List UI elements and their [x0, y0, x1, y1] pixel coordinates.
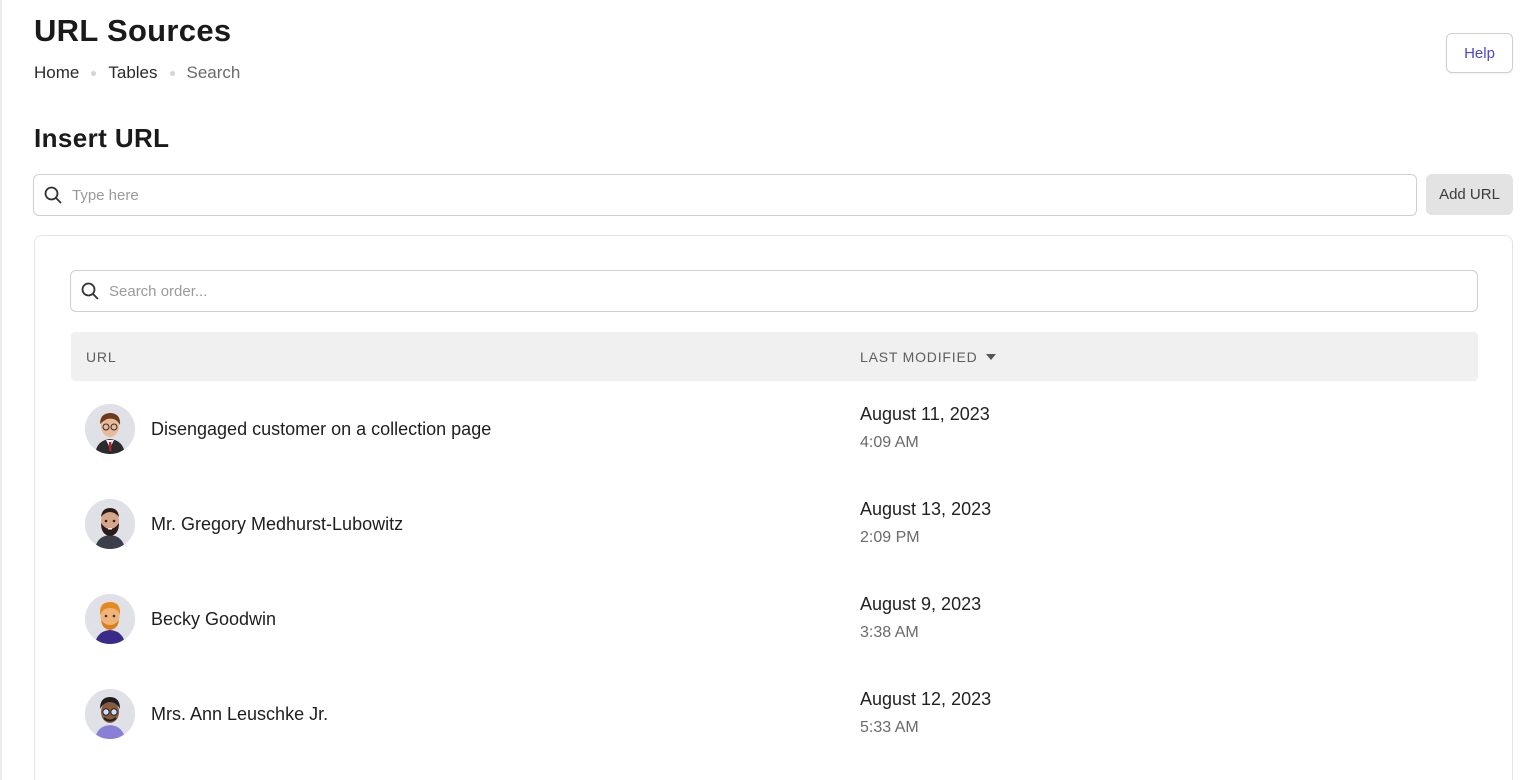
row-time: 2:09 PM — [860, 529, 920, 546]
search-icon — [71, 282, 109, 300]
avatar — [85, 404, 135, 454]
table-row[interactable]: Mr. Gregory Medhurst-Lubowitz August 13,… — [71, 476, 1478, 571]
row-url-name: Disengaged customer on a collection page — [151, 419, 492, 439]
help-button[interactable]: Help — [1446, 33, 1513, 73]
column-header-last-modified-label: LAST MODIFIED — [860, 348, 978, 365]
breadcrumb-search: Search — [186, 63, 241, 82]
url-input[interactable] — [72, 175, 1416, 215]
table-row[interactable]: Disengaged customer on a collection page… — [71, 381, 1478, 476]
order-search-input[interactable] — [109, 271, 1477, 311]
row-time: 5:33 AM — [860, 719, 919, 736]
insert-url-title: Insert URL — [34, 123, 170, 153]
column-header-url-label: URL — [86, 348, 117, 365]
row-date: August 11, 2023 — [860, 404, 990, 424]
url-input-container — [33, 174, 1417, 216]
row-url-name: Mr. Gregory Medhurst-Lubowitz — [151, 514, 404, 534]
url-table-card: URL LAST MODIFIED Disengaged customer on… — [34, 235, 1513, 780]
table-header: URL LAST MODIFIED — [71, 332, 1478, 381]
breadcrumb: Home Tables Search — [34, 63, 240, 83]
row-date: August 13, 2023 — [860, 499, 992, 519]
breadcrumb-separator — [91, 70, 97, 76]
row-date: August 9, 2023 — [860, 594, 982, 614]
table-row[interactable]: Becky Goodwin August 9, 2023 3:38 AM — [71, 571, 1478, 666]
column-header-url[interactable]: URL — [86, 332, 116, 381]
column-header-last-modified[interactable]: LAST MODIFIED — [860, 332, 996, 381]
avatar — [85, 499, 135, 549]
avatar — [85, 689, 135, 739]
row-date: August 12, 2023 — [860, 689, 992, 709]
search-icon — [34, 186, 72, 204]
row-time: 4:09 AM — [860, 434, 919, 451]
order-search-container — [70, 270, 1478, 312]
avatar — [85, 594, 135, 644]
row-url-name: Becky Goodwin — [151, 609, 277, 629]
breadcrumb-separator — [169, 70, 175, 76]
row-time: 3:38 AM — [860, 624, 919, 641]
sort-down-icon — [985, 353, 996, 360]
breadcrumb-tables[interactable]: Tables — [108, 63, 157, 83]
breadcrumb-home[interactable]: Home — [34, 63, 79, 83]
page-title: URL Sources — [34, 13, 232, 48]
add-url-button[interactable]: Add URL — [1426, 174, 1513, 215]
table-row[interactable]: Mrs. Ann Leuschke Jr. August 12, 2023 5:… — [71, 666, 1478, 761]
row-url-name: Mrs. Ann Leuschke Jr. — [151, 704, 329, 724]
page-header: URL Sources Home Tables Search — [34, 12, 240, 83]
